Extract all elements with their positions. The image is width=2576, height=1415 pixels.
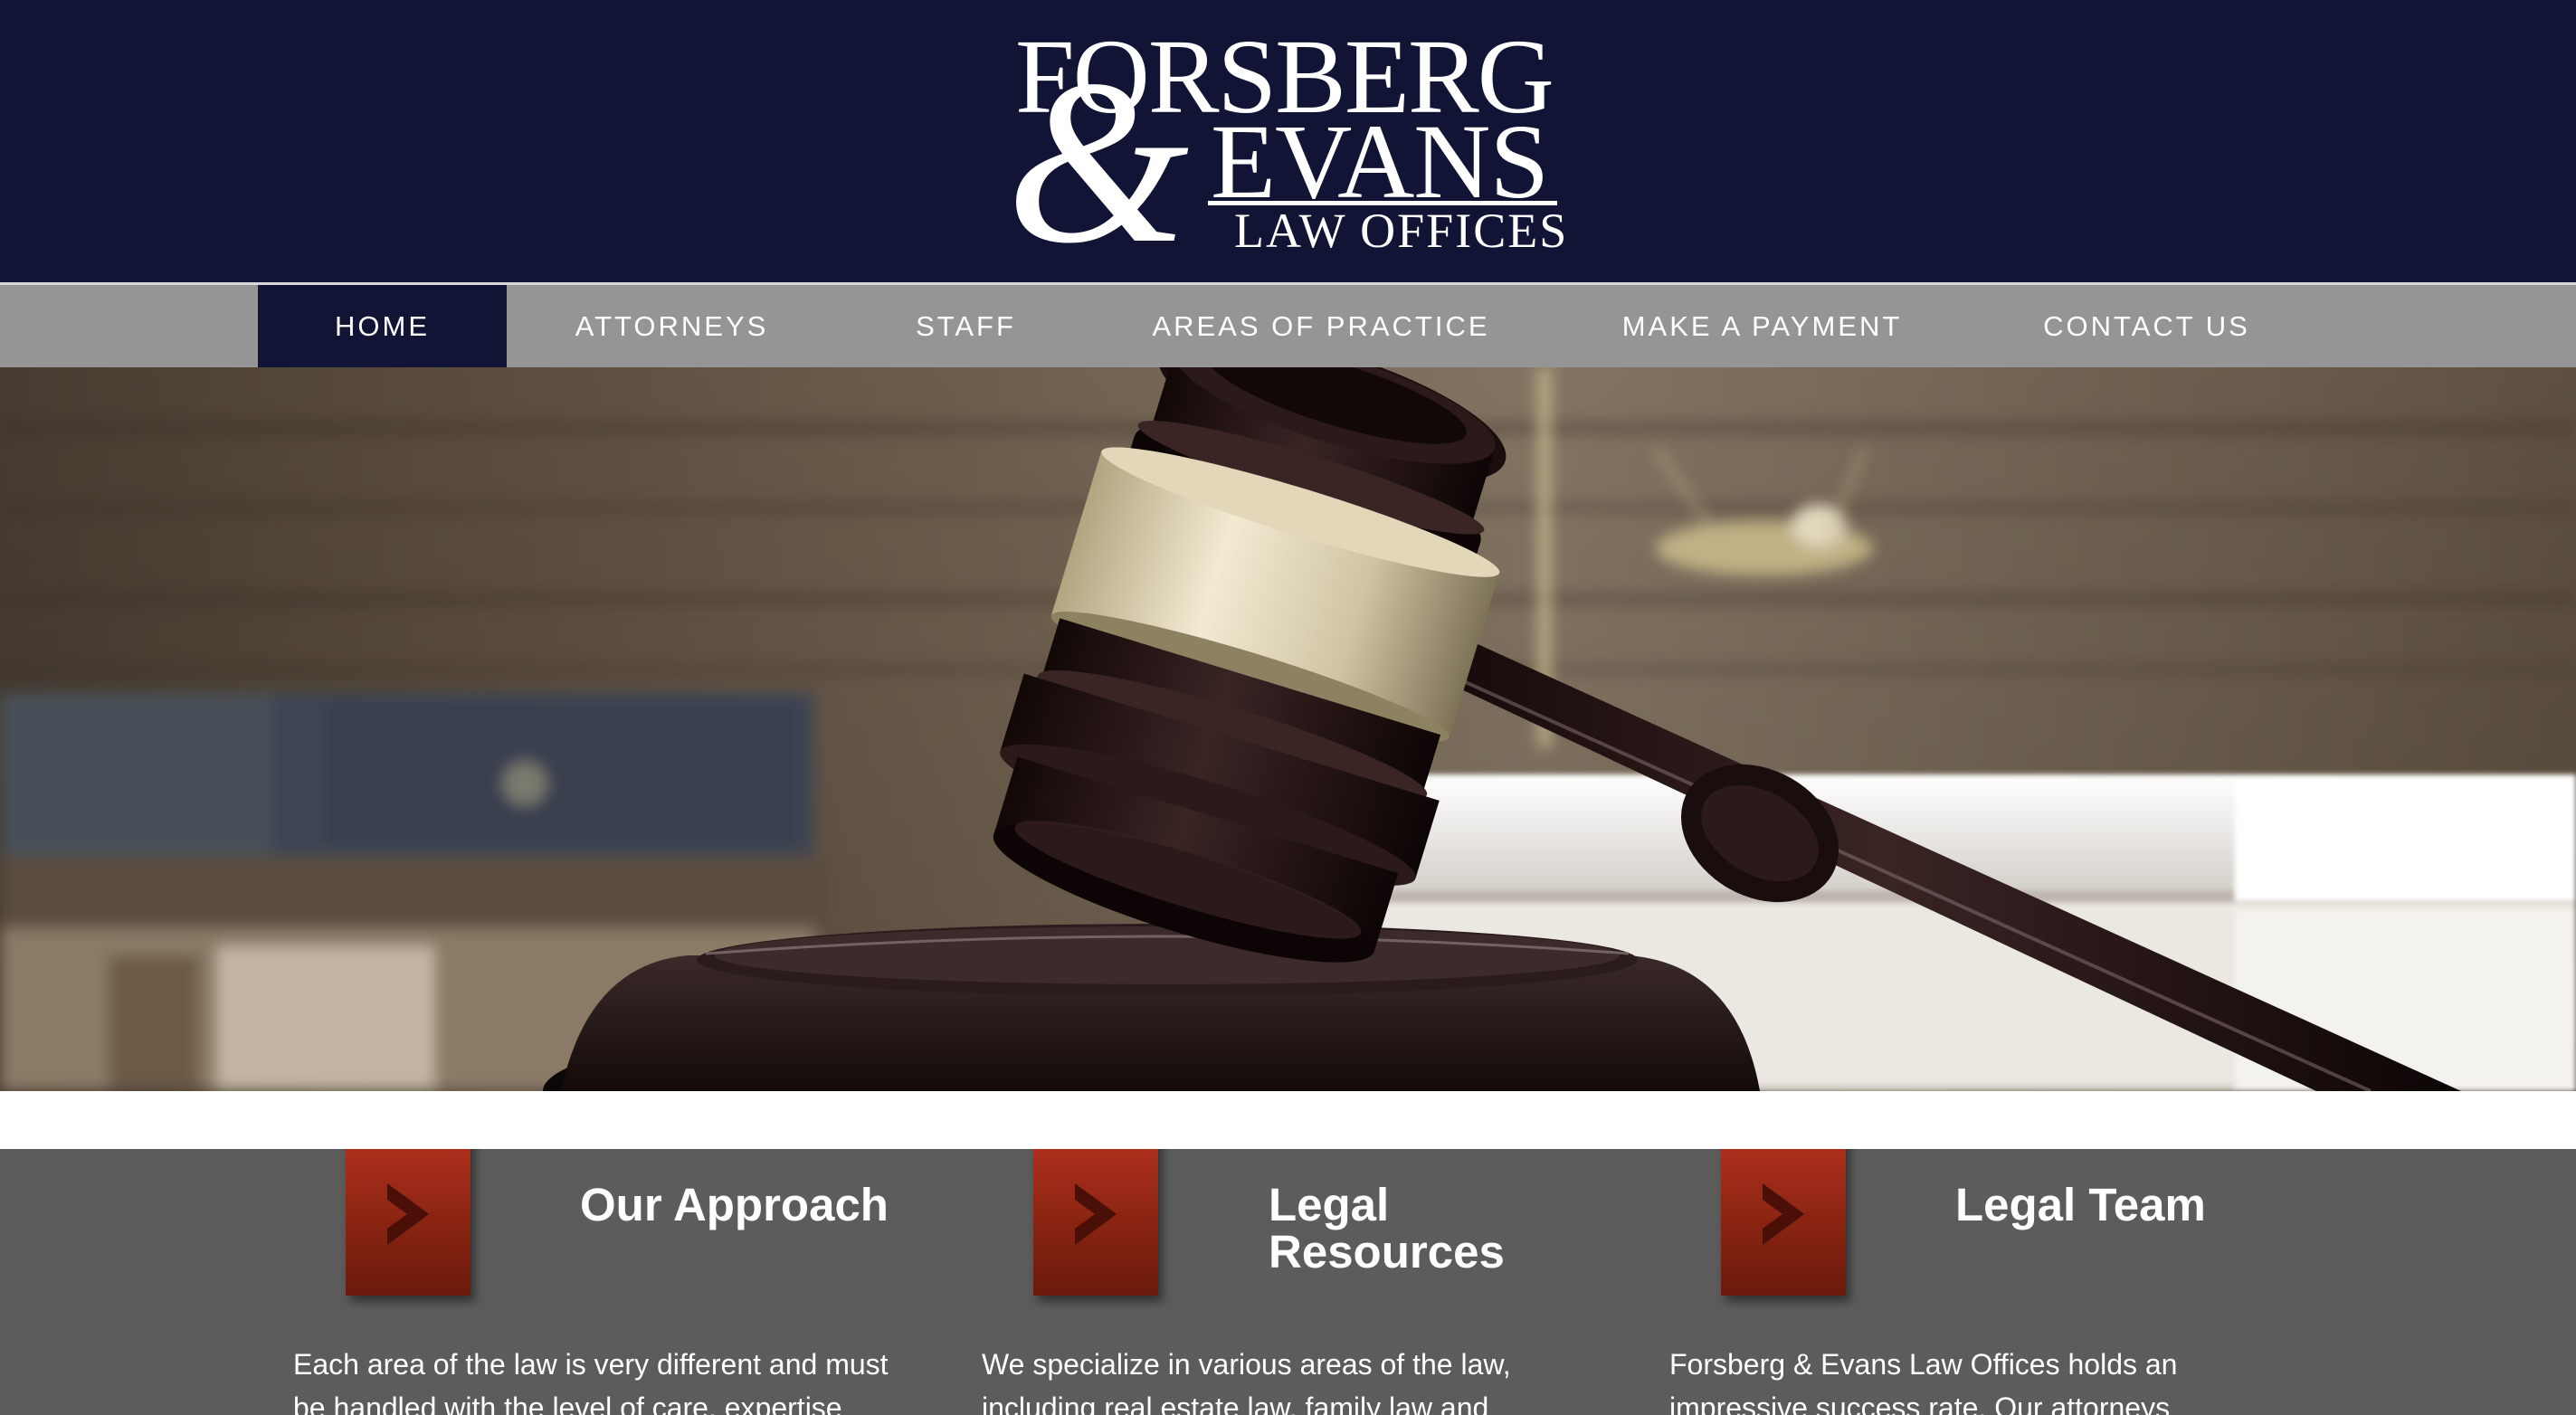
feature-resources-text: We specialize in various areas of the la… [982, 1348, 1511, 1415]
gavel-hero-image [0, 367, 2576, 1091]
site-header: FORSBERG & EVANS LAW OFFICES [0, 0, 2576, 282]
feature-resources-title-line2: Resources [1269, 1226, 1505, 1277]
chevron-right-icon [387, 1183, 429, 1245]
feature-team-text: Forsberg & Evans Law Offices holds an im… [1669, 1348, 2178, 1415]
hero-banner [0, 367, 2576, 1091]
chevron-right-icon [1075, 1183, 1117, 1245]
feature-resources-title-line1: Legal [1269, 1179, 1390, 1230]
feature-approach-title: Our Approach [580, 1179, 889, 1230]
nav-attorneys[interactable]: ATTORNEYS [534, 285, 810, 367]
logo-ampersand: & [1006, 32, 1190, 292]
feature-resources-title: Legal Resources [1269, 1182, 1505, 1276]
nav-areas-of-practice[interactable]: AREAS OF PRACTICE [1140, 285, 1502, 367]
nav-home[interactable]: HOME [258, 285, 507, 367]
logo-evans: EVANS [1211, 102, 1549, 221]
nav-contact-us[interactable]: CONTACT US [2018, 285, 2276, 367]
logo-law-offices: LAW OFFICES [1234, 204, 1569, 258]
nav-staff[interactable]: STAFF [864, 285, 1068, 367]
feature-team-title: Legal Team [1955, 1179, 2206, 1230]
feature-approach-icon-button[interactable] [346, 1149, 471, 1296]
feature-team-icon-button[interactable] [1721, 1149, 1846, 1296]
feature-approach-text: Each area of the law is very different a… [293, 1348, 889, 1415]
features-section: Our Approach Each area of the law is ver… [0, 1149, 2576, 1415]
main-navigation: HOME ATTORNEYS STAFF AREAS OF PRACTICE M… [0, 282, 2576, 367]
feature-resources-icon-button[interactable] [1033, 1149, 1158, 1296]
chevron-right-icon [1763, 1183, 1804, 1245]
nav-make-a-payment[interactable]: MAKE A PAYMENT [1592, 285, 1932, 367]
site-logo[interactable]: FORSBERG & EVANS LAW OFFICES [1006, 24, 1566, 280]
